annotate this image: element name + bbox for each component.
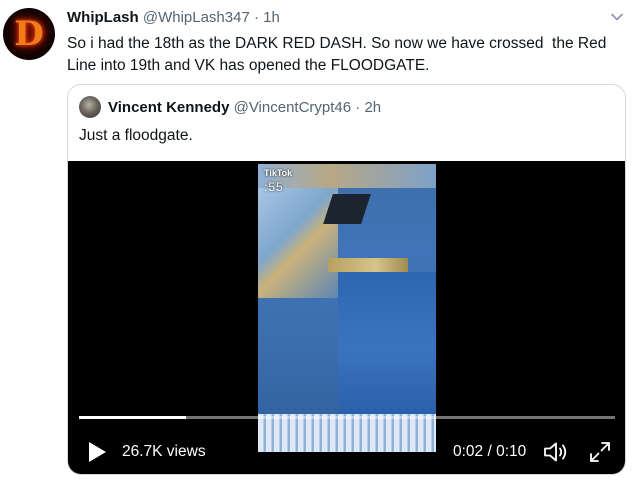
quoted-tweet[interactable]: Vincent Kennedy @VincentCrypt46 · 2h Jus… [67,84,626,475]
tweet-header: WhipLash @WhipLash347 · 1h [67,8,280,28]
quoted-header: Vincent Kennedy @VincentCrypt46 · 2h [108,98,381,118]
quoted-avatar[interactable] [79,96,101,118]
fullscreen-icon[interactable] [588,440,612,464]
quoted-text: Just a floodgate. [79,127,193,144]
video-overlay-id: :55 [264,180,284,194]
avatar[interactable]: D [3,8,55,60]
video-scene-water [338,272,436,422]
quoted-handle[interactable]: @VincentCrypt46 [234,99,352,116]
video-scene-shadow [323,194,371,224]
user-handle[interactable]: @WhipLash347 [143,9,250,26]
play-icon[interactable] [86,440,108,464]
quoted-time[interactable]: 2h [364,99,381,116]
progress-fill [79,416,187,419]
video-scene-ledge [328,258,408,272]
video-scene-foam [258,414,436,452]
tweet-text-line: Line into 19th and VK has opened the FLO… [67,57,430,74]
video-time: 0:02 / 0:10 [453,443,527,460]
quoted-display-name[interactable]: Vincent Kennedy [108,99,229,116]
view-count: 26.7K views [122,443,206,460]
tweet-time[interactable]: 1h [263,9,280,26]
video-scene-wall [258,188,338,298]
tweet-text: So i had the 18th as the DARK RED DASH. … [67,33,627,77]
video-frame[interactable]: TikTok :55 [258,164,436,452]
volume-icon[interactable] [543,440,569,464]
tweet-text-line: So i had the 18th as the DARK RED DASH. … [67,35,607,52]
video-player[interactable]: TikTok :55 26.7K views 0:02 / 0:10 [68,161,625,474]
separator-dot: · [253,9,259,26]
display-name[interactable]: WhipLash [67,9,139,26]
avatar-logo: D [14,14,44,54]
separator-dot: · [355,99,361,116]
tweet[interactable]: D WhipLash @WhipLash347 · 1h So i had th… [0,0,634,483]
chevron-down-icon[interactable] [610,10,624,24]
progress-bar[interactable] [79,416,615,419]
tiktok-watermark: TikTok [264,168,293,178]
